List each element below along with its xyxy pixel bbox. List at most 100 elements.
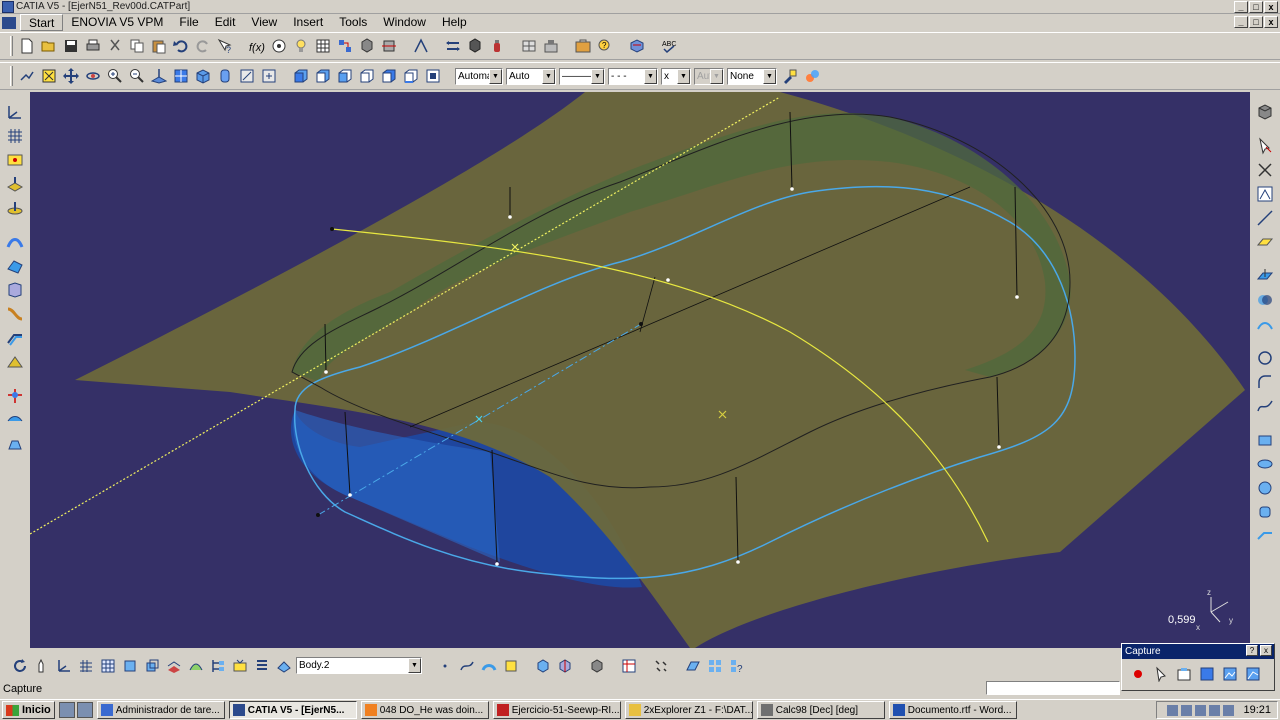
menu-enovia[interactable]: ENOVIA V5 VPM — [63, 14, 171, 31]
hand-select-icon[interactable] — [32, 656, 52, 676]
front-view-icon[interactable] — [291, 66, 311, 86]
component-icon[interactable] — [627, 36, 647, 56]
redo-icon[interactable] — [193, 36, 213, 56]
transform-icon[interactable] — [533, 656, 553, 676]
pan-icon[interactable] — [61, 66, 81, 86]
spell-check-icon[interactable]: ABC — [659, 36, 679, 56]
back-view-icon[interactable] — [313, 66, 333, 86]
scene-icon[interactable] — [541, 36, 561, 56]
offset-icon[interactable] — [5, 328, 25, 348]
line-thickness-combo[interactable]: ——— ▼ — [559, 67, 605, 85]
catalog-browser-icon[interactable] — [335, 36, 355, 56]
capture-view-icon[interactable] — [1197, 664, 1217, 684]
list-icon[interactable] — [252, 656, 272, 676]
tray-app-icon[interactable] — [1209, 704, 1221, 716]
apply-material-icon[interactable] — [443, 36, 463, 56]
capture-chart-icon[interactable] — [1243, 664, 1263, 684]
menu-view[interactable]: View — [243, 14, 285, 31]
taskbar-item-calculator[interactable]: Calc98 [Dec] [deg] — [756, 701, 885, 719]
menu-tools[interactable]: Tools — [331, 14, 375, 31]
capture-close-button[interactable]: x — [1260, 645, 1272, 656]
album-icon[interactable] — [1220, 664, 1240, 684]
tray-antivirus-icon[interactable] — [1195, 704, 1207, 716]
lightbulb-icon[interactable] — [291, 36, 311, 56]
circle-icon[interactable] — [1255, 348, 1275, 368]
plane-system-icon[interactable] — [683, 656, 703, 676]
color-combo[interactable]: Automa▼ — [455, 67, 503, 85]
sketch-icon[interactable] — [1255, 184, 1275, 204]
minimize-button[interactable]: _ — [1234, 1, 1248, 13]
quick-launch-app-icon[interactable] — [76, 702, 93, 718]
doc-close-button[interactable]: x — [1264, 16, 1278, 28]
corner-icon[interactable] — [1255, 372, 1275, 392]
open-icon[interactable] — [39, 36, 59, 56]
fly-mode-icon[interactable] — [17, 66, 37, 86]
extrude-surface-icon[interactable] — [1255, 430, 1275, 450]
pattern-help-icon[interactable]: ? — [727, 656, 747, 676]
sweep-icon[interactable] — [5, 232, 25, 252]
measure-between-icon[interactable] — [379, 36, 399, 56]
geometry-scene[interactable]: z y x — [30, 92, 1250, 648]
parallel-curve-icon[interactable] — [1255, 314, 1275, 334]
multi-view-icon[interactable] — [519, 36, 539, 56]
select-mode-icon[interactable] — [1151, 664, 1171, 684]
multi-section-surface-icon[interactable] — [5, 280, 25, 300]
scatter-points-icon[interactable] — [651, 656, 671, 676]
table-icon[interactable] — [619, 656, 639, 676]
symmetry-icon[interactable] — [555, 656, 575, 676]
close-button[interactable]: x — [1264, 1, 1278, 13]
record-icon[interactable] — [1128, 664, 1148, 684]
axis-icon[interactable] — [54, 656, 74, 676]
extrude-icon[interactable] — [5, 174, 25, 194]
cylinder-icon[interactable] — [1255, 502, 1275, 522]
restore-button[interactable]: □ — [1249, 1, 1263, 13]
point-icon[interactable] — [1255, 160, 1275, 180]
bottom-view-icon[interactable] — [401, 66, 421, 86]
knowledge-advisor-icon[interactable] — [269, 36, 289, 56]
reorder-icon[interactable] — [230, 656, 250, 676]
undo-icon[interactable] — [171, 36, 191, 56]
point-type-combo[interactable]: x ▼ — [661, 67, 691, 85]
left-view-icon[interactable] — [335, 66, 355, 86]
design-table-icon[interactable] — [313, 36, 333, 56]
line-type-combo[interactable]: - - - ▼ — [608, 67, 658, 85]
extrapolate-icon[interactable] — [1255, 526, 1275, 546]
define-in-work-object-icon[interactable] — [274, 656, 294, 676]
shading-icon[interactable] — [215, 66, 235, 86]
knowledge-icon[interactable] — [573, 36, 593, 56]
menu-insert[interactable]: Insert — [285, 14, 331, 31]
point-cloud-icon[interactable] — [5, 150, 25, 170]
split-icon[interactable] — [5, 386, 25, 406]
transparency-combo[interactable]: Auto ▼ — [506, 67, 556, 85]
zoom-out-icon[interactable] — [127, 66, 147, 86]
fillet-icon[interactable] — [501, 656, 521, 676]
bottle-icon[interactable] — [487, 36, 507, 56]
named-views-icon[interactable] — [423, 66, 443, 86]
point-dot-icon[interactable] — [435, 656, 455, 676]
grid-icon[interactable] — [5, 126, 25, 146]
select-icon[interactable] — [1255, 136, 1275, 156]
pattern-icon[interactable] — [705, 656, 725, 676]
top-view-icon[interactable] — [379, 66, 399, 86]
normal-view-icon[interactable] — [149, 66, 169, 86]
tray-network-icon[interactable] — [1167, 704, 1179, 716]
body-combo[interactable]: Body.2 ▼ — [296, 657, 422, 674]
command-input[interactable] — [986, 681, 1120, 695]
taskbar-item-explorer[interactable]: 2xExplorer Z1 - F:\DAT... — [624, 701, 753, 719]
taskbar-item-vlc[interactable]: 048 DO_He was doin... — [360, 701, 489, 719]
zoom-in-icon[interactable] — [105, 66, 125, 86]
new-icon[interactable] — [17, 36, 37, 56]
work-on-support-icon[interactable] — [98, 656, 118, 676]
graphic-properties-icon[interactable] — [802, 66, 822, 86]
grid-snap-icon[interactable] — [76, 656, 96, 676]
rotate-icon[interactable] — [83, 66, 103, 86]
taskbar-item-task-manager[interactable]: Administrador de tare... — [96, 701, 225, 719]
revolution-surface-icon[interactable] — [1255, 454, 1275, 474]
hide-show-icon[interactable] — [237, 66, 257, 86]
fit-all-in-icon[interactable] — [39, 66, 59, 86]
copy-icon[interactable] — [127, 36, 147, 56]
material-library-icon[interactable] — [465, 36, 485, 56]
translate-icon[interactable] — [587, 656, 607, 676]
quick-launch-desktop-icon[interactable] — [58, 702, 75, 718]
boundary-icon[interactable] — [5, 434, 25, 454]
